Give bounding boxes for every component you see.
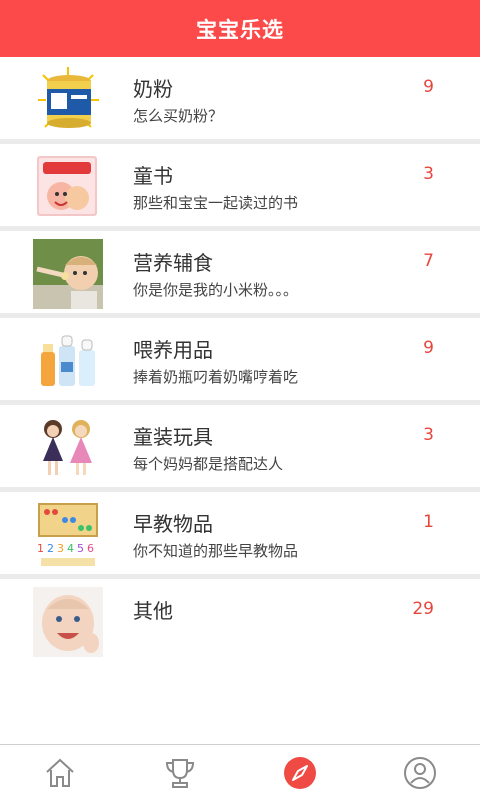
- user-icon: [404, 756, 436, 789]
- svg-text:5: 5: [77, 542, 84, 555]
- milk-powder-thumbnail: [33, 65, 103, 135]
- app-header: 宝宝乐选: [0, 0, 480, 57]
- bottom-tab-bar: [0, 744, 480, 800]
- category-row-clothes-toys[interactable]: 童装玩具 每个妈妈都是搭配达人 3: [0, 405, 480, 492]
- category-title: 童装玩具: [133, 425, 213, 449]
- svg-text:1: 1: [37, 542, 44, 555]
- category-count: 3: [423, 425, 434, 445]
- page-title: 宝宝乐选: [196, 17, 284, 42]
- category-subtitle: 你不知道的那些早教物品: [133, 542, 299, 560]
- category-count: 9: [423, 338, 434, 358]
- category-subtitle: 你是你是我的小米粉。。。: [133, 281, 299, 299]
- category-title: 营养辅食: [133, 251, 213, 275]
- category-row-feeding[interactable]: 喂养用品 捧着奶瓶叼着奶嘴哼着吃 9: [0, 318, 480, 405]
- category-list: 奶粉 怎么买奶粉？ 9 童书 那些和宝宝一起读过的书 3 营养辅食 你是你是我的…: [0, 57, 480, 669]
- home-icon: [46, 758, 74, 787]
- category-title: 童书: [133, 164, 173, 188]
- trophy-icon: [165, 758, 195, 788]
- category-row-books[interactable]: 童书 那些和宝宝一起读过的书 3: [0, 144, 480, 231]
- category-count: 9: [423, 77, 434, 97]
- baby-food-thumbnail: [33, 239, 103, 309]
- category-subtitle: 每个妈妈都是搭配达人: [133, 455, 284, 473]
- feeding-supplies-thumbnail: [33, 326, 103, 396]
- svg-text:4: 4: [67, 542, 74, 555]
- picture-book-thumbnail: [33, 152, 103, 222]
- early-education-thumbnail: 1 2 3 4 5 6: [33, 500, 103, 570]
- svg-text:3: 3: [57, 542, 64, 555]
- compass-icon: [284, 756, 316, 789]
- category-title: 其他: [133, 599, 173, 623]
- tab-discover[interactable]: [240, 745, 360, 800]
- category-subtitle: 捧着奶瓶叼着奶嘴哼着吃: [133, 368, 299, 386]
- category-count: 1: [423, 512, 434, 532]
- category-count: 7: [423, 251, 434, 271]
- category-row-other[interactable]: 其他 29: [0, 579, 480, 669]
- tab-profile[interactable]: [360, 745, 480, 800]
- category-subtitle: 怎么买奶粉？: [133, 107, 224, 125]
- category-row-early-education[interactable]: 1 2 3 4 5 6 早教物品 你不知道的那些早教物品 1: [0, 492, 480, 579]
- category-row-milk-powder[interactable]: 奶粉 怎么买奶粉？ 9: [0, 57, 480, 144]
- category-row-baby-food[interactable]: 营养辅食 你是你是我的小米粉。。。 7: [0, 231, 480, 318]
- tab-trophy[interactable]: [120, 745, 240, 800]
- category-title: 早教物品: [133, 512, 213, 536]
- category-count: 29: [412, 599, 434, 619]
- category-title: 喂养用品: [133, 338, 213, 362]
- category-title: 奶粉: [133, 77, 173, 101]
- svg-text:2: 2: [47, 542, 54, 555]
- category-count: 3: [423, 164, 434, 184]
- category-subtitle: 那些和宝宝一起读过的书: [133, 194, 299, 212]
- clothes-toys-thumbnail: [33, 413, 103, 483]
- other-thumbnail: [33, 587, 103, 657]
- svg-text:6: 6: [87, 542, 94, 555]
- tab-home[interactable]: [0, 745, 120, 800]
